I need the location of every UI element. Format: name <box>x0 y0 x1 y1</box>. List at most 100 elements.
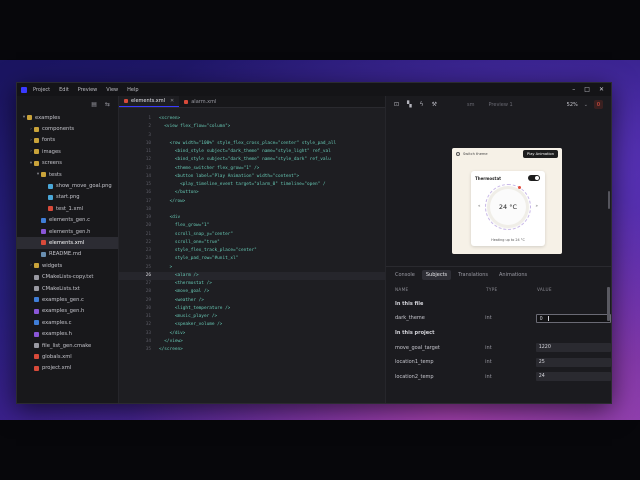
code-line[interactable]: 24 style_pad_row="#unit_xl" <box>119 255 385 263</box>
code-line[interactable]: 10 <row width="100%" style_flex_cross_pl… <box>119 140 385 148</box>
tree-item[interactable]: examples.h <box>17 328 118 339</box>
close-tab-icon[interactable]: ✕ <box>170 98 174 104</box>
menu-preview[interactable]: Preview <box>78 87 97 93</box>
play-animation-button[interactable]: Play Animation <box>523 150 558 158</box>
subject-value-input[interactable]: 1220 <box>535 343 611 353</box>
code-line[interactable]: 26 <alarm /> <box>119 271 385 280</box>
menu-help[interactable]: Help <box>127 87 138 93</box>
code-line[interactable]: 14 <button label="Play Animation" width=… <box>119 173 385 181</box>
code-line[interactable]: 32 <speaker_volume /> <box>119 321 385 329</box>
code-line[interactable]: 34 </view> <box>119 338 385 346</box>
preview-scrollbar[interactable] <box>608 191 610 209</box>
code-line[interactable]: 19 <div <box>119 214 385 222</box>
minimize-icon[interactable]: – <box>572 86 575 93</box>
decrease-arrow-icon[interactable]: « <box>478 203 480 208</box>
code-line[interactable]: 33 </div> <box>119 330 385 338</box>
subject-value-input[interactable]: 25 <box>535 357 611 367</box>
menu-edit[interactable]: Edit <box>59 87 69 93</box>
code-line[interactable]: 20 flex_grow="1" <box>119 222 385 230</box>
tree-item[interactable]: show_move_goal.png <box>17 180 118 191</box>
size-select[interactable]: sm <box>467 102 474 108</box>
tree-item[interactable]: › images <box>17 146 118 157</box>
theme-switch-icon[interactable] <box>456 152 460 156</box>
code-line[interactable]: 16 </button> <box>119 189 385 197</box>
tree-item[interactable]: start.png <box>17 192 118 203</box>
tab-animations[interactable]: Animations <box>495 270 531 280</box>
tree-item[interactable]: elements_gen.c <box>17 215 118 226</box>
tree-item[interactable]: examples_gen.c <box>17 294 118 305</box>
preview-select[interactable]: Preview 1 <box>489 102 513 108</box>
code-line[interactable]: 15 <play_timeline_event target="alarm_0"… <box>119 181 385 189</box>
tree-item[interactable]: CMakeLists-copy.txt <box>17 271 118 282</box>
folder-file-icon <box>34 126 39 132</box>
tree-item[interactable]: elements_gen.h <box>17 226 118 237</box>
tab-alarm-xml[interactable]: alarm.xml <box>179 96 221 107</box>
tree-item[interactable]: CMakeLists.txt <box>17 283 118 294</box>
tree-item[interactable]: README.md <box>17 249 118 260</box>
tree-item[interactable]: elements.xml <box>17 237 118 249</box>
code-line[interactable]: 12 <bind_style subject="dark_theme" name… <box>119 156 385 164</box>
code-text: </button> <box>159 190 199 196</box>
tree-item[interactable]: › components <box>17 123 118 134</box>
tree-item[interactable]: ▾ examples <box>17 112 118 123</box>
code-line[interactable]: 1 <screen> <box>119 115 385 123</box>
tree-item[interactable]: project.xml <box>17 363 118 374</box>
tree-item[interactable]: test_1.xml <box>17 203 118 214</box>
code-line[interactable]: 27 <thermostat /> <box>119 280 385 288</box>
pin-icon[interactable]: ▚ <box>407 101 412 108</box>
tree-item[interactable]: examples_gen.h <box>17 306 118 317</box>
code-line[interactable]: 17 </row> <box>119 198 385 206</box>
code-line[interactable]: 28 <move_goal /> <box>119 288 385 296</box>
tab-translations[interactable]: Translations <box>454 270 492 280</box>
tree-item[interactable]: ▾ screens <box>17 158 118 169</box>
code-line[interactable]: 21 scroll_snap_y="center" <box>119 231 385 239</box>
code-line[interactable]: 22 scroll_one="true" <box>119 239 385 247</box>
code-text: </screen> <box>159 347 183 352</box>
md-file-icon <box>41 251 46 257</box>
code-text: <light_temperature /> <box>159 305 231 311</box>
inspect-icon[interactable]: ⊡ <box>394 101 399 108</box>
code-line[interactable]: 29 <weather /> <box>119 297 385 305</box>
menu-project[interactable]: Project <box>33 87 50 93</box>
menu-view[interactable]: View <box>106 87 118 93</box>
panel-scrollbar[interactable] <box>607 287 610 321</box>
code-line[interactable]: 30 <light_temperature /> <box>119 305 385 313</box>
maximize-icon[interactable]: □ <box>584 86 590 93</box>
tree-item[interactable]: ▾ tests <box>17 169 118 180</box>
tree-item[interactable]: › widgets <box>17 260 118 271</box>
zoom-level[interactable]: 52% <box>567 102 578 108</box>
tree-item[interactable]: globals.xml <box>17 351 118 362</box>
code-lines[interactable]: 1 <screen> 2 <view flex_flow="column"> 3 10 … <box>119 115 385 354</box>
subject-name: move_goal_target <box>395 344 440 351</box>
collapse-icon[interactable]: ⇆ <box>105 101 110 108</box>
code-line[interactable]: 18 <box>119 206 385 214</box>
tab-elements-xml[interactable]: elements.xml ✕ <box>119 96 180 107</box>
tab-subjects[interactable]: Subjects <box>421 269 452 280</box>
tools-icon[interactable]: ⚒ <box>432 101 437 108</box>
record-button[interactable]: 0 <box>594 100 603 109</box>
increase-arrow-icon[interactable]: » <box>536 203 538 208</box>
line-number: 19 <box>145 215 151 220</box>
tab-console[interactable]: Console <box>391 270 419 280</box>
close-icon[interactable]: ✕ <box>599 86 604 93</box>
code-line[interactable]: 31 <music_player /> <box>119 313 385 321</box>
device-screen[interactable]: Switch theme Play Animation Thermostat «… <box>452 148 562 254</box>
new-file-icon[interactable]: ▤ <box>91 101 97 108</box>
temperature-dial[interactable]: 24 °C <box>485 184 531 230</box>
code-line[interactable]: 3 <box>119 132 385 140</box>
code-line[interactable]: 23 style_flex_track_place="center" <box>119 247 385 255</box>
code-line[interactable]: 25 > <box>119 264 385 272</box>
tree-item[interactable]: examples.c <box>17 317 118 328</box>
tree-item[interactable]: › fonts <box>17 135 118 146</box>
subject-value-input[interactable]: 0 <box>535 313 611 323</box>
code-line[interactable]: 11 <bind_style subject="dark_theme" name… <box>119 148 385 156</box>
code-line[interactable]: 2 <view flex_flow="column"> <box>119 123 385 131</box>
code-line[interactable]: 13 <theme_switcher flex_grow="1" /> <box>119 165 385 173</box>
subject-value-input[interactable]: 24 <box>535 372 611 382</box>
tree-item[interactable]: file_list_gen.cmake <box>17 340 118 351</box>
chevron-down-icon[interactable]: ⌄ <box>584 102 588 108</box>
folder-file-icon <box>41 172 46 178</box>
bolt-icon[interactable]: ϟ <box>420 101 424 108</box>
code-line[interactable]: 35 </screen> <box>119 346 385 354</box>
thermostat-toggle[interactable] <box>528 175 540 181</box>
